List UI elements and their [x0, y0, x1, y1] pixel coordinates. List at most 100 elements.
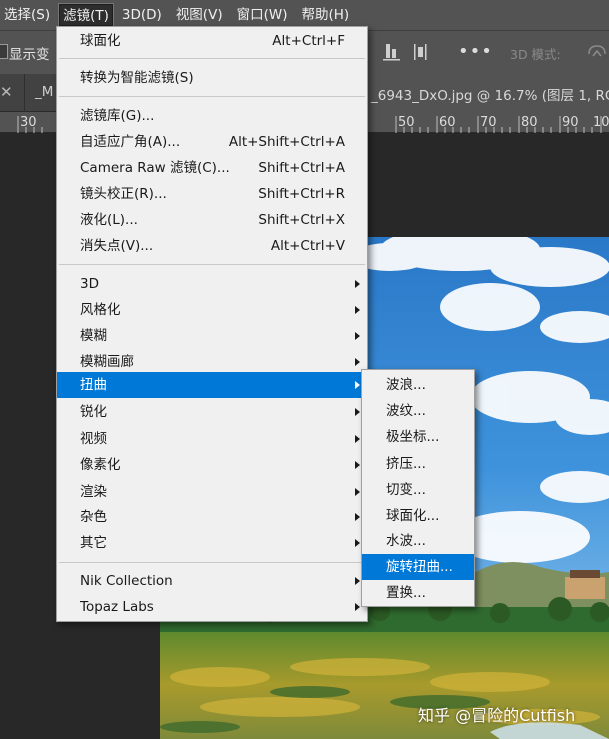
menu-separator	[59, 58, 365, 59]
tab-label: _6943_DxO.jpg @ 16.7% (图层 1, RGB	[371, 88, 609, 104]
submenu-arrow-icon	[355, 603, 360, 611]
menu-item-topaz-labs[interactable]: Topaz Labs	[57, 594, 367, 620]
menu-item-distort[interactable]: 扭曲	[57, 372, 367, 398]
menu-item-label: 波纹...	[386, 403, 426, 419]
menu-separator	[59, 264, 365, 265]
menu-item-filter-gallery[interactable]: 滤镜库(G)...	[57, 103, 367, 129]
menu-item-label: 波浪...	[386, 377, 426, 393]
menu-item-label: 渲染	[80, 484, 107, 500]
menu-item-spherize[interactable]: 球面化 Alt+Ctrl+F	[57, 28, 367, 54]
submenu-arrow-icon	[355, 280, 360, 288]
menu-item-other[interactable]: 其它	[57, 530, 367, 556]
menu-item-label: 3D	[80, 276, 99, 292]
menu-item-label: 转换为智能滤镜(S)	[80, 70, 194, 86]
tab-label: _M	[35, 84, 54, 100]
menu-help[interactable]: 帮助(H)	[297, 3, 353, 27]
menu-item-adaptive-wide-angle[interactable]: 自适应广角(A)... Alt+Shift+Ctrl+A	[57, 129, 367, 155]
ruler-label: 70	[480, 115, 497, 130]
menu-item-pixelate[interactable]: 像素化	[57, 452, 367, 478]
submenu-item-twirl[interactable]: 旋转扭曲...	[362, 554, 474, 580]
menu-filter[interactable]: 滤镜(T)	[58, 3, 114, 27]
menu-item-label: 液化(L)...	[80, 212, 138, 228]
menu-item-label: 极坐标...	[386, 429, 440, 445]
submenu-arrow-icon	[355, 408, 360, 416]
more-options-button[interactable]: •••	[458, 41, 493, 62]
menu-item-convert-smart-filters[interactable]: 转换为智能滤镜(S)	[57, 65, 367, 91]
submenu-item-zigzag[interactable]: 水波...	[362, 528, 474, 554]
menu-item-label: 像素化	[80, 457, 121, 473]
submenu-arrow-icon	[355, 358, 360, 366]
menu-window[interactable]: 窗口(W)	[233, 3, 292, 27]
menu-item-label: 风格化	[80, 302, 121, 318]
menu-item-noise[interactable]: 杂色	[57, 504, 367, 530]
menu-item-label: Camera Raw 滤镜(C)...	[80, 160, 230, 176]
menu-item-label: 扭曲	[80, 377, 107, 393]
submenu-item-ripple[interactable]: 波纹...	[362, 398, 474, 424]
menu-item-label: 切变...	[386, 482, 426, 498]
menu-item-label: 旋转扭曲...	[386, 559, 453, 575]
submenu-arrow-icon	[355, 306, 360, 314]
menu-item-shortcut: Shift+Ctrl+A	[258, 160, 345, 176]
menu-item-label: 球面化...	[386, 508, 440, 524]
submenu-arrow-icon	[355, 513, 360, 521]
submenu-arrow-icon	[355, 577, 360, 585]
submenu-item-polar-coordinates[interactable]: 极坐标...	[362, 424, 474, 450]
submenu-item-spherize[interactable]: 球面化...	[362, 503, 474, 529]
submenu-arrow-icon	[355, 539, 360, 547]
menu-item-camera-raw[interactable]: Camera Raw 滤镜(C)... Shift+Ctrl+A	[57, 155, 367, 181]
menu-separator	[59, 96, 365, 97]
menu-item-label: 球面化	[80, 33, 121, 49]
menu-item-label: 滤镜库(G)...	[80, 108, 155, 124]
menu-3d[interactable]: 3D(D)	[118, 3, 166, 27]
ruler-label: 90	[562, 115, 579, 130]
submenu-item-shear[interactable]: 切变...	[362, 477, 474, 503]
menu-select[interactable]: 选择(S)	[0, 3, 54, 27]
menu-item-sharpen[interactable]: 锐化	[57, 399, 367, 425]
menu-view[interactable]: 视图(V)	[172, 3, 227, 27]
document-tab-active[interactable]: _6943_DxO.jpg @ 16.7% (图层 1, RGB	[365, 74, 609, 112]
ruler-label: 60	[439, 115, 456, 130]
ruler-label: 10	[593, 115, 609, 130]
menu-item-label: 水波...	[386, 533, 426, 549]
ruler-label: 80	[521, 115, 538, 130]
menu-item-label: 杂色	[80, 509, 107, 525]
submenu-arrow-icon	[355, 435, 360, 443]
menu-item-label: Topaz Labs	[80, 599, 154, 615]
menu-item-shortcut: Alt+Ctrl+F	[272, 33, 345, 49]
submenu-item-displace[interactable]: 置换...	[362, 580, 474, 606]
menu-item-3d[interactable]: 3D	[57, 271, 367, 297]
menu-item-shortcut: Shift+Ctrl+R	[258, 186, 345, 202]
menu-item-render[interactable]: 渲染	[57, 479, 367, 505]
transform-controls-label: 显示变	[9, 47, 50, 63]
menu-item-label: 模糊	[80, 328, 107, 344]
menu-item-label: 自适应广角(A)...	[80, 134, 181, 150]
ruler-label: 50	[398, 115, 415, 130]
ruler-label: 30	[20, 115, 37, 130]
menu-item-nik-collection[interactable]: Nik Collection	[57, 568, 367, 594]
menu-item-label: 其它	[80, 535, 107, 551]
submenu-arrow-icon	[355, 461, 360, 469]
menu-item-shortcut: Alt+Shift+Ctrl+A	[228, 134, 345, 150]
menu-item-shortcut: Shift+Ctrl+X	[258, 212, 345, 228]
rotate-3d-icon[interactable]	[585, 42, 609, 62]
submenu-item-pinch[interactable]: 挤压...	[362, 451, 474, 477]
filter-menu: 球面化 Alt+Ctrl+F 转换为智能滤镜(S) 滤镜库(G)... 自适应广角…	[56, 26, 368, 622]
menu-item-label: 消失点(V)...	[80, 238, 154, 254]
menu-item-blur[interactable]: 模糊	[57, 323, 367, 349]
menu-item-lens-correction[interactable]: 镜头校正(R)... Shift+Ctrl+R	[57, 181, 367, 207]
menu-item-liquify[interactable]: 液化(L)... Shift+Ctrl+X	[57, 207, 367, 233]
submenu-item-wave[interactable]: 波浪...	[362, 372, 474, 398]
submenu-arrow-icon	[355, 381, 360, 389]
menu-item-label: 置换...	[386, 585, 426, 601]
align-bottom-icon[interactable]	[380, 43, 440, 61]
watermark-text: 知乎 @冒险的Cutfish	[418, 706, 576, 725]
menu-item-label: 镜头校正(R)...	[80, 186, 167, 202]
menu-item-label: 挤压...	[386, 456, 426, 472]
menu-separator	[59, 562, 365, 563]
menu-item-video[interactable]: 视频	[57, 426, 367, 452]
close-icon[interactable]: ✕	[0, 83, 13, 101]
menu-item-vanishing-point[interactable]: 消失点(V)... Alt+Ctrl+V	[57, 233, 367, 259]
menu-item-label: 视频	[80, 431, 107, 447]
menu-item-stylize[interactable]: 风格化	[57, 297, 367, 323]
transform-checkbox[interactable]	[0, 44, 8, 59]
